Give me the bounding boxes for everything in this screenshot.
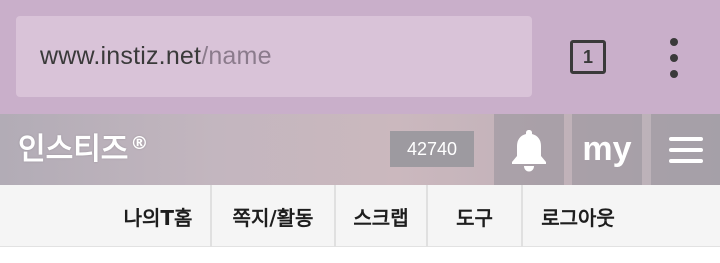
nav-label: 스크랩 — [353, 205, 409, 230]
registered-mark: ® — [130, 133, 149, 154]
page-content-area — [0, 247, 720, 263]
site-menu-button[interactable] — [651, 114, 720, 185]
tab-count: 1 — [582, 46, 593, 67]
site-header: 인스티즈 ® 42740 my — [0, 114, 720, 185]
logo-text: 인스티즈 — [18, 132, 129, 167]
user-nav: 나의T홈 쪽지/활동 스크랩 도구 로그아웃 — [0, 185, 720, 247]
nav-logout[interactable]: 로그아웃 — [523, 185, 633, 247]
address-bar[interactable]: www.instiz.net/name — [16, 16, 532, 97]
hamburger-icon — [668, 136, 703, 163]
my-label: my — [582, 130, 632, 168]
counter-value: 42740 — [406, 138, 458, 159]
nav-my-t-home[interactable]: 나의T홈 — [106, 185, 210, 247]
site-logo[interactable]: 인스티즈 ® — [18, 124, 148, 168]
menu-dot — [670, 38, 678, 46]
nav-scrap[interactable]: 스크랩 — [336, 185, 426, 247]
tab-switcher-button[interactable]: 1 — [570, 40, 606, 74]
menu-dot — [670, 70, 678, 78]
nav-label: 쪽지/활동 — [232, 205, 314, 230]
nav-label: 로그아웃 — [541, 205, 615, 230]
counter-badge[interactable]: 42740 — [390, 131, 474, 167]
nav-messages-activity[interactable]: 쪽지/활동 — [212, 185, 334, 247]
url-path: /name — [201, 42, 272, 70]
my-button[interactable]: my — [572, 114, 642, 185]
notifications-button[interactable] — [494, 114, 564, 185]
menu-dot — [670, 54, 678, 62]
more-vert-icon[interactable] — [660, 38, 688, 78]
nav-tools[interactable]: 도구 — [428, 185, 521, 247]
url-domain: www.instiz.net — [40, 42, 202, 70]
nav-label: 나의T홈 — [123, 205, 193, 230]
nav-label: 도구 — [456, 205, 493, 230]
browser-toolbar: www.instiz.net/name 1 — [0, 0, 720, 114]
bell-icon — [512, 129, 546, 171]
